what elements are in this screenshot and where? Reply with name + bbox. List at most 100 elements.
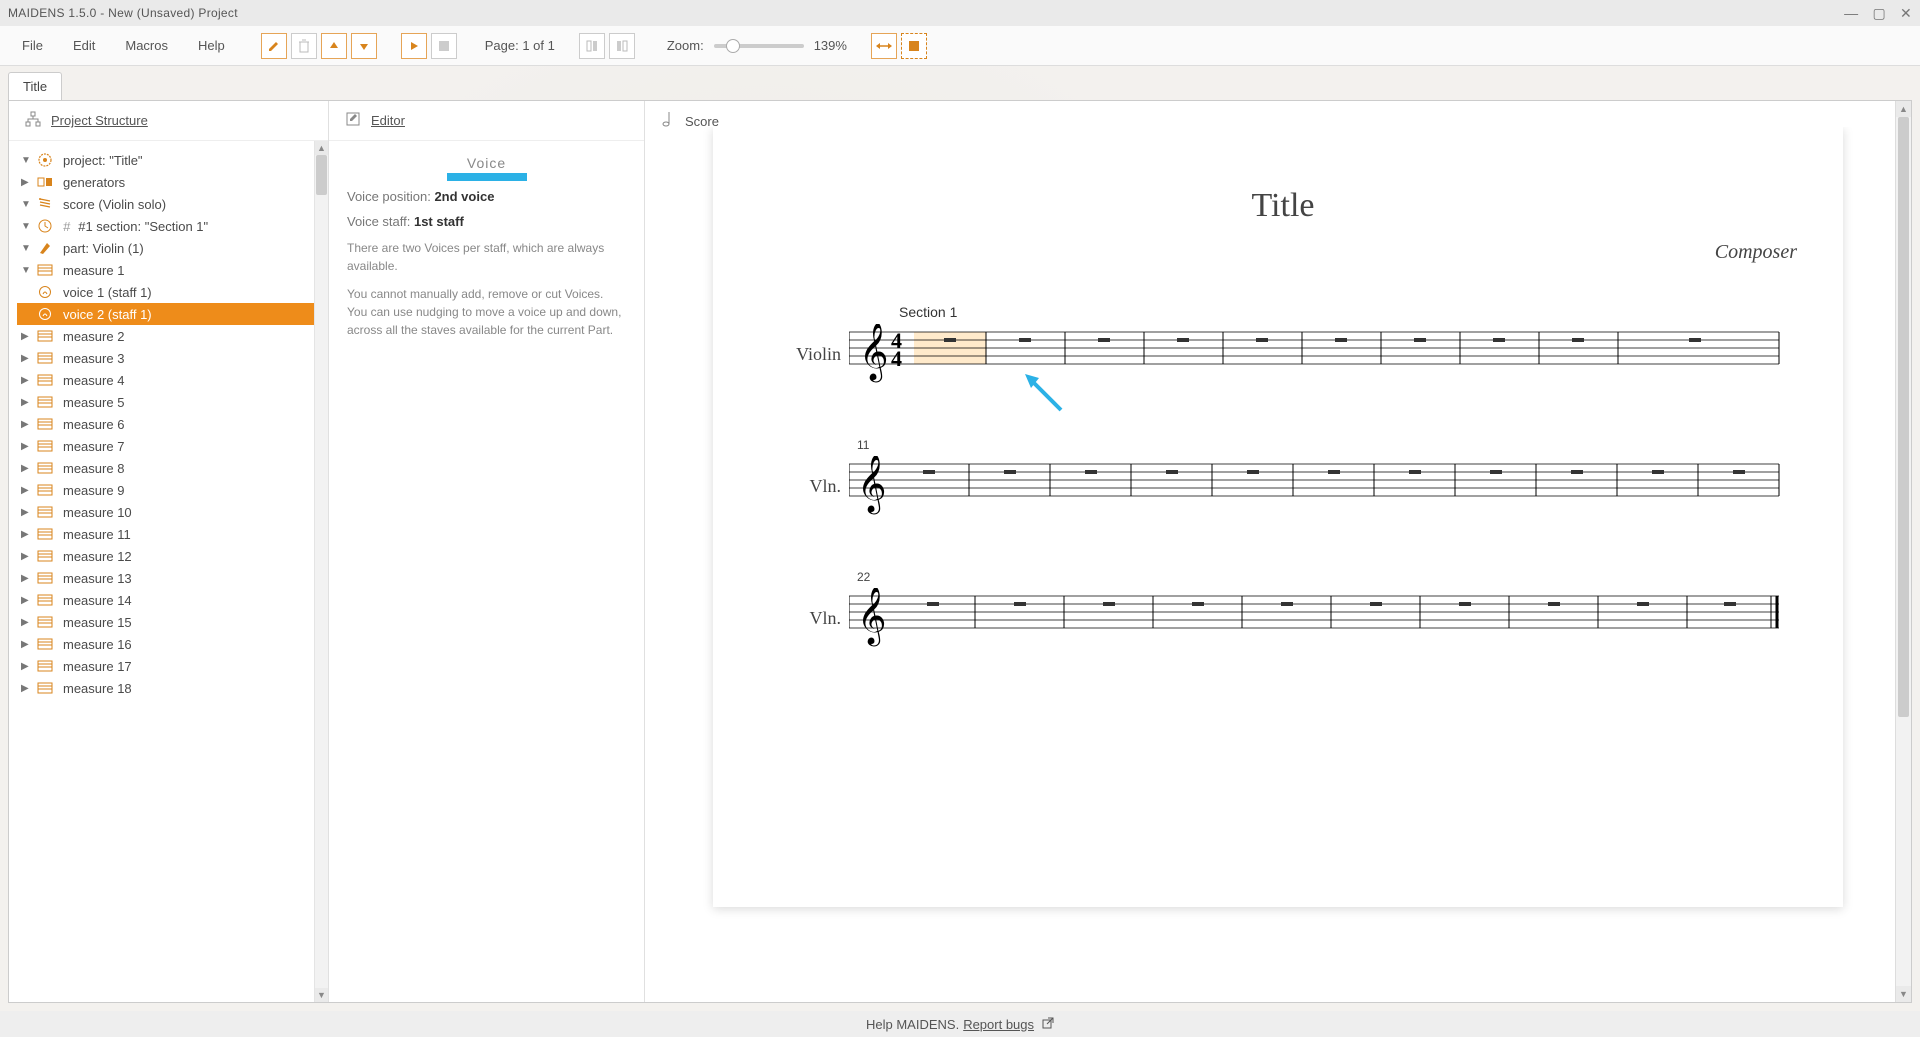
fit-selection-button[interactable] [901, 33, 927, 59]
fit-width-button[interactable] [871, 33, 897, 59]
tree-measure[interactable]: ▶measure 13 [17, 567, 324, 589]
stop-button[interactable] [431, 33, 457, 59]
part-icon [37, 240, 53, 256]
structure-title[interactable]: Project Structure [51, 113, 148, 128]
app-title: MAIDENS 1.5.0 - New (Unsaved) Project [8, 6, 238, 20]
svg-text:𝄞: 𝄞 [859, 324, 889, 383]
staff-1[interactable]: 𝄞 4 4 [849, 324, 1797, 384]
section-icon [37, 218, 53, 234]
prev-page-button[interactable] [579, 33, 605, 59]
part-label-vln-1: Vln. [769, 476, 849, 497]
content: Title Project Structure ▼ project: "Titl [0, 66, 1920, 1011]
svg-text:𝄞: 𝄞 [857, 456, 887, 515]
edit-button[interactable] [261, 33, 287, 59]
measure-icon [37, 394, 53, 410]
bar-number-11: 11 [857, 438, 869, 452]
measure-icon [37, 328, 53, 344]
voice-icon [37, 306, 53, 322]
menu-file[interactable]: File [10, 32, 55, 59]
maximize-icon[interactable]: ▢ [1872, 5, 1886, 22]
structure-icon [25, 111, 41, 131]
measure-icon [37, 416, 53, 432]
measure-icon [37, 658, 53, 674]
menu-edit[interactable]: Edit [61, 32, 107, 59]
tree-generators[interactable]: ▶ generators [17, 171, 324, 193]
tree-voice-1[interactable]: ▶ voice 1 (staff 1) [17, 281, 324, 303]
score-canvas[interactable]: Title Composer Section 1 Violin [685, 127, 1871, 976]
svg-text:𝄞: 𝄞 [857, 588, 887, 647]
move-down-button[interactable] [351, 33, 377, 59]
score-panel: Score Title Composer Section 1 Violin [645, 101, 1911, 1002]
score-icon-head [661, 110, 675, 132]
tree-scrollbar[interactable]: ▲ ▼ [314, 141, 328, 1002]
tree-measure[interactable]: ▶measure 17 [17, 655, 324, 677]
minimize-icon[interactable]: — [1844, 5, 1858, 22]
tree-measure[interactable]: ▶measure 16 [17, 633, 324, 655]
score-composer: Composer [769, 241, 1797, 264]
tree-section[interactable]: ▼ # #1 section: "Section 1" [17, 215, 324, 237]
tree-score[interactable]: ▼ score (Violin solo) [17, 193, 324, 215]
part-label-vln-2: Vln. [769, 608, 849, 629]
editor-desc-2: You cannot manually add, remove or cut V… [347, 285, 626, 339]
move-up-button[interactable] [321, 33, 347, 59]
score-icon [37, 196, 53, 212]
score-scrollbar[interactable]: ▲ ▼ [1895, 101, 1911, 1002]
tree-measure[interactable]: ▶measure 18 [17, 677, 324, 699]
measure-icon [37, 570, 53, 586]
zoom-slider[interactable] [714, 44, 804, 48]
tree-measure[interactable]: ▶measure 11 [17, 523, 324, 545]
staff-2[interactable]: 𝄞 [849, 456, 1797, 516]
staff-row-2: 11 Vln. 𝄞 [769, 456, 1797, 516]
tree-part[interactable]: ▼ part: Violin (1) [17, 237, 324, 259]
tree-measure[interactable]: ▶measure 9 [17, 479, 324, 501]
tree-voice-2[interactable]: ▶ voice 2 (staff 1) [17, 303, 324, 325]
next-page-button[interactable] [609, 33, 635, 59]
external-link-icon [1042, 1017, 1054, 1032]
editor-title[interactable]: Editor [371, 113, 405, 128]
close-icon[interactable]: ✕ [1900, 5, 1912, 22]
menubar: File Edit Macros Help [10, 32, 237, 59]
delete-button[interactable] [291, 33, 317, 59]
measure-icon [37, 548, 53, 564]
staff-3[interactable]: 𝄞 [849, 588, 1797, 648]
voice-staff: Voice staff: 1st staff [347, 214, 626, 229]
tree-measure[interactable]: ▶measure 2 [17, 325, 324, 347]
tree-measure[interactable]: ▶measure 10 [17, 501, 324, 523]
tree-measure[interactable]: ▶measure 15 [17, 611, 324, 633]
measure-icon [37, 614, 53, 630]
project-tree: ▼ project: "Title" ▶ generators [9, 141, 328, 1002]
tree-measure-1[interactable]: ▼ measure 1 [17, 259, 324, 281]
tab-title[interactable]: Title [8, 72, 62, 102]
menu-help[interactable]: Help [186, 32, 237, 59]
report-bugs-link[interactable]: Report bugs [963, 1017, 1034, 1032]
editor-highlight [447, 173, 527, 181]
tree-measure[interactable]: ▶measure 6 [17, 413, 324, 435]
zoom-value: 139% [814, 38, 847, 53]
editor-icon [345, 111, 361, 131]
score-page: Title Composer Section 1 Violin [713, 127, 1843, 907]
tree-measure[interactable]: ▶measure 12 [17, 545, 324, 567]
editor-panel: Editor Voice Voice position: 2nd voice V… [329, 101, 645, 1002]
bar-number-22: 22 [857, 570, 870, 584]
tree-measure[interactable]: ▶measure 7 [17, 435, 324, 457]
tree-measure[interactable]: ▶measure 14 [17, 589, 324, 611]
tree-measure[interactable]: ▶measure 4 [17, 369, 324, 391]
section-label: Section 1 [899, 304, 1797, 320]
measure-icon [37, 350, 53, 366]
svg-text:4: 4 [891, 346, 902, 371]
measure-icon [37, 680, 53, 696]
tree-measure[interactable]: ▶measure 5 [17, 391, 324, 413]
measure-icon [37, 526, 53, 542]
tree-measure[interactable]: ▶measure 3 [17, 347, 324, 369]
menu-macros[interactable]: Macros [113, 32, 180, 59]
generators-icon [37, 174, 53, 190]
part-label-violin: Violin [769, 344, 849, 365]
tree-project[interactable]: ▼ project: "Title" [17, 149, 324, 171]
play-button[interactable] [401, 33, 427, 59]
footer: Help MAIDENS. Report bugs [0, 1011, 1920, 1037]
score-page-title: Title [769, 187, 1797, 225]
annotation-arrow [1021, 370, 1071, 424]
tree-measure[interactable]: ▶measure 8 [17, 457, 324, 479]
footer-text: Help MAIDENS. [866, 1017, 959, 1032]
measure-icon [37, 460, 53, 476]
